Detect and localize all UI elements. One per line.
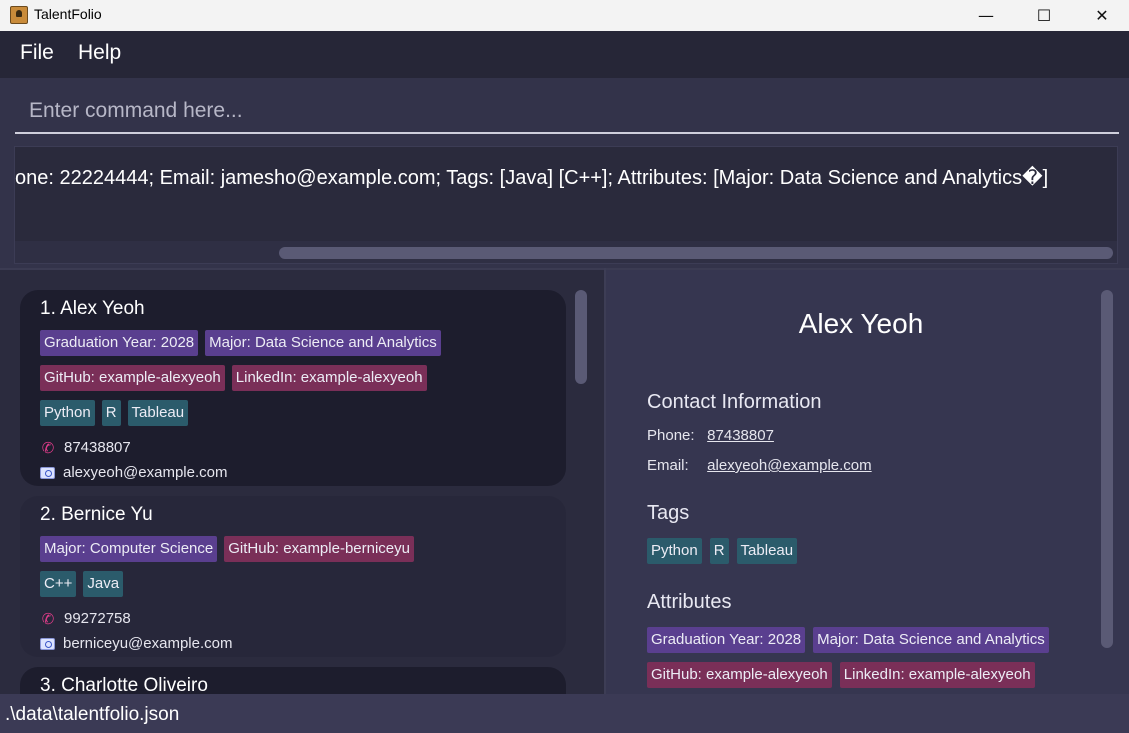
tag-chip: Python	[40, 400, 95, 426]
result-display: one: 22224444; Email: jamesho@example.co…	[0, 142, 1129, 268]
email-line: berniceyu@example.com	[40, 631, 566, 656]
menu-bar: File Help	[0, 31, 1129, 78]
person-detail-panel: Alex Yeoh Contact Information Phone: 874…	[606, 268, 1129, 694]
detail-phone-line: Phone: 87438807	[647, 427, 774, 444]
phone-number: 99272758	[64, 610, 131, 627]
detail-person-name: Alex Yeoh	[798, 308, 924, 339]
email-line: alexyeoh@example.com	[40, 460, 566, 485]
detail-attributes-row: Graduation Year: 2028 Major: Data Scienc…	[647, 627, 1049, 653]
person-name: 1. Alex Yeoh	[40, 298, 145, 319]
detail-email-line: Email: alexyeoh@example.com	[647, 457, 872, 474]
attribute-chip: Major: Data Science and Analytics	[205, 330, 441, 356]
email-address: berniceyu@example.com	[63, 635, 233, 652]
attribute-chip: GitHub: example-alexyeoh	[647, 662, 832, 688]
command-input[interactable]	[15, 90, 1119, 134]
attribute-chip: Major: Data Science and Analytics	[813, 627, 1049, 653]
attribute-chip: Graduation Year: 2028	[647, 627, 806, 653]
tag-chip: Tableau	[127, 400, 189, 426]
tag-chip: R	[709, 538, 729, 564]
email-label: Email:	[647, 457, 689, 474]
menu-file[interactable]: File	[20, 41, 54, 65]
tag-chip: C++	[40, 571, 77, 597]
result-scroll-thumb[interactable]	[279, 247, 1113, 259]
minimize-button[interactable]: —	[957, 0, 1015, 31]
tag-row: Python R Tableau	[40, 400, 566, 427]
phone-line: ✆ 87438807	[40, 435, 566, 460]
attribute-chip: GitHub: example-alexyeoh	[40, 365, 225, 391]
phone-label: Phone:	[647, 427, 695, 444]
tag-chip: R	[101, 400, 121, 426]
phone-line: ✆ 99272758	[40, 606, 566, 631]
person-name: 2. Bernice Yu	[40, 504, 153, 525]
tag-row: C++ Java	[40, 571, 566, 598]
person-name: 3. Charlotte Oliveiro	[40, 675, 208, 694]
email-icon	[40, 466, 55, 479]
detail-tags: Python R Tableau	[647, 538, 798, 564]
person-card[interactable]: 1. Alex Yeoh Graduation Year: 2028 Major…	[20, 290, 566, 486]
result-text-area[interactable]: one: 22224444; Email: jamesho@example.co…	[14, 146, 1118, 264]
result-message: one: 22224444; Email: jamesho@example.co…	[15, 167, 1049, 189]
person-card[interactable]: 3. Charlotte Oliveiro	[20, 667, 566, 694]
result-horizontal-scrollbar[interactable]	[15, 241, 1117, 263]
attribute-row: GitHub: example-alexyeoh LinkedIn: examp…	[40, 365, 566, 392]
window-title: TalentFolio	[34, 6, 102, 22]
attribute-chip: LinkedIn: example-alexyeoh	[231, 365, 427, 391]
detail-email-link[interactable]: alexyeoh@example.com	[707, 457, 871, 474]
app-icon	[10, 6, 28, 24]
maximize-button[interactable]: ☐	[1015, 0, 1073, 31]
person-list[interactable]: 1. Alex Yeoh Graduation Year: 2028 Major…	[0, 268, 604, 694]
tags-heading: Tags	[647, 502, 690, 524]
attribute-chip: Graduation Year: 2028	[40, 330, 199, 356]
tag-chip: Tableau	[736, 538, 798, 564]
attribute-row: Major: Computer Science GitHub: example-…	[40, 536, 566, 563]
email-icon	[40, 637, 55, 650]
contact-heading: Contact Information	[647, 391, 822, 413]
save-file-path: .\data\talentfolio.json	[5, 704, 180, 725]
attribute-chip: LinkedIn: example-alexyeoh	[839, 662, 1035, 688]
phone-icon: ✆	[41, 610, 55, 628]
detail-phone-link[interactable]: 87438807	[707, 427, 774, 444]
attributes-heading: Attributes	[647, 591, 732, 613]
tag-chip: Java	[83, 571, 124, 597]
attribute-chip: GitHub: example-berniceyu	[224, 536, 414, 562]
person-card[interactable]: 2. Bernice Yu Major: Computer Science Gi…	[20, 496, 566, 657]
command-box	[0, 78, 1129, 142]
tag-chip: Python	[647, 538, 702, 564]
menu-help[interactable]: Help	[78, 41, 121, 65]
list-scrollbar[interactable]	[575, 290, 587, 384]
main-panel: 1. Alex Yeoh Graduation Year: 2028 Major…	[0, 268, 1129, 694]
attribute-chip: Major: Computer Science	[40, 536, 218, 562]
phone-number: 87438807	[64, 439, 131, 456]
detail-attributes-row: GitHub: example-alexyeoh LinkedIn: examp…	[647, 662, 1035, 688]
title-bar: TalentFolio — ☐ ✕	[0, 0, 1129, 31]
email-address: alexyeoh@example.com	[63, 464, 228, 481]
close-button[interactable]: ✕	[1073, 0, 1129, 31]
attribute-row: Graduation Year: 2028 Major: Data Scienc…	[40, 330, 566, 357]
status-bar: .\data\talentfolio.json	[0, 694, 1129, 733]
phone-icon: ✆	[41, 439, 55, 457]
detail-scrollbar[interactable]	[1101, 290, 1113, 648]
